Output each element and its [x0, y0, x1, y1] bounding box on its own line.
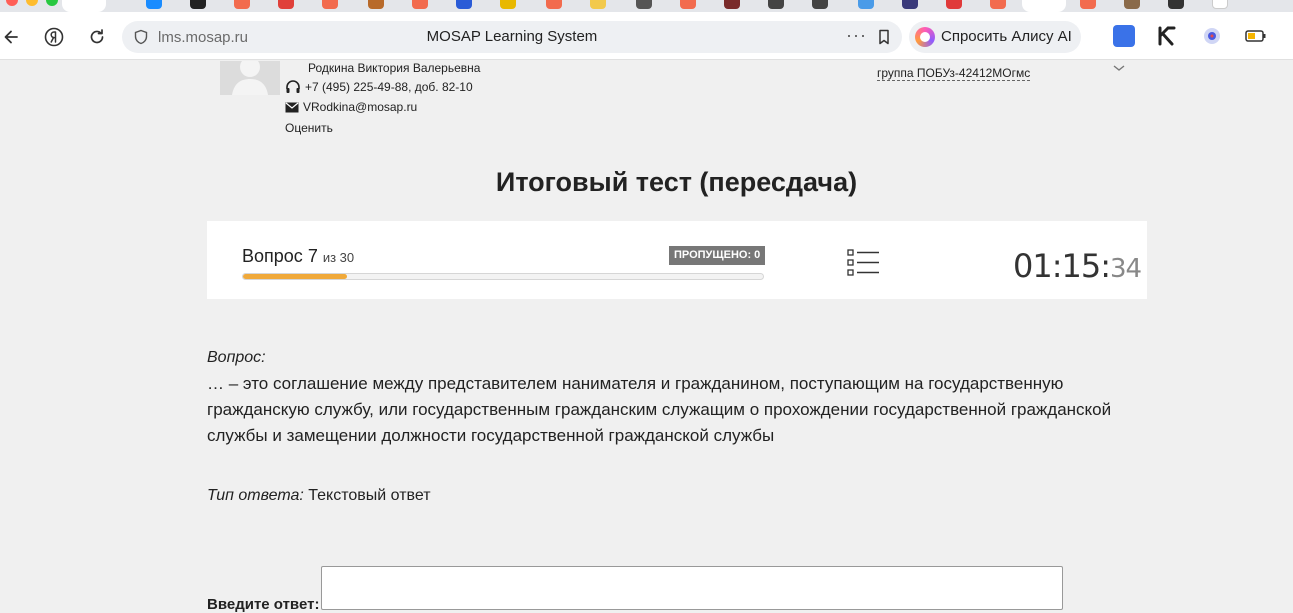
- k-logo-icon: [1158, 26, 1176, 46]
- extension-badge-icon[interactable]: [1201, 25, 1223, 47]
- tab-favicon[interactable]: [990, 0, 1006, 9]
- rate-teacher-link[interactable]: Оценить: [285, 121, 333, 135]
- question-total: из 30: [322, 250, 355, 265]
- tab-favicon[interactable]: [590, 0, 606, 9]
- back-button[interactable]: [0, 26, 22, 48]
- alice-icon: [915, 27, 935, 47]
- question-current: 7: [307, 246, 318, 266]
- answer-type: Тип ответа: Текстовый ответ: [207, 487, 431, 505]
- tab-favicon[interactable]: [278, 0, 294, 9]
- answer-prompt: Введите ответ:: [207, 596, 320, 613]
- close-window-button[interactable]: [6, 0, 18, 6]
- tab-current[interactable]: [1022, 0, 1066, 12]
- tab-favicon[interactable]: [546, 0, 562, 9]
- tab-favicon[interactable]: [190, 0, 206, 9]
- tab-favicon[interactable]: [368, 0, 384, 9]
- question-status-panel: Вопрос 7 из 30 ПРОПУЩЕНО: 0 01:15:34: [207, 221, 1147, 299]
- ask-alice-label: Спросить Алису AI: [941, 28, 1072, 45]
- tab-favicon[interactable]: [636, 0, 652, 9]
- tab-favicon[interactable]: [412, 0, 428, 9]
- tab-favicon[interactable]: [146, 0, 162, 9]
- countdown-timer: 01:15:34: [1013, 247, 1142, 285]
- tab-favicon[interactable]: [456, 0, 472, 9]
- skipped-badge[interactable]: ПРОПУЩЕНО: 0: [669, 246, 766, 265]
- headset-icon: [286, 80, 300, 93]
- bookmark-icon[interactable]: [876, 29, 892, 45]
- battery-icon: [1245, 30, 1266, 42]
- browser-tab-strip: [0, 0, 1293, 12]
- tab-favicon[interactable]: [812, 0, 828, 9]
- answer-textarea[interactable]: [321, 566, 1063, 610]
- minimize-window-button[interactable]: [26, 0, 38, 6]
- tab-favicon[interactable]: [768, 0, 784, 9]
- teacher-phone: +7 (495) 225-49-88, доб. 82-10: [305, 80, 473, 94]
- window-controls: [6, 0, 58, 6]
- question-word: Вопрос: [242, 246, 303, 266]
- tab-favicon[interactable]: [858, 0, 874, 9]
- tab-favicon[interactable]: [902, 0, 918, 9]
- yandex-home-button[interactable]: [43, 26, 65, 48]
- tab-favicon[interactable]: [234, 0, 250, 9]
- group-selector[interactable]: группа ПОБУз-42412МОгмс: [877, 66, 1031, 81]
- teacher-name: Родкина Виктория Валерьевна: [308, 61, 481, 75]
- reload-icon: [90, 29, 104, 44]
- zoom-window-button[interactable]: [46, 0, 58, 6]
- timer-main: 01:15:: [1013, 247, 1111, 285]
- yandex-logo-icon: [44, 27, 64, 47]
- tab-favicon[interactable]: [500, 0, 516, 9]
- badge-icon: [1204, 28, 1220, 44]
- tab-favicon[interactable]: [680, 0, 696, 9]
- tab-favicon[interactable]: [724, 0, 740, 9]
- teacher-email[interactable]: VRodkina@mosap.ru: [303, 100, 417, 114]
- arrow-left-icon: [4, 30, 18, 44]
- answer-type-label: Тип ответа:: [207, 487, 304, 504]
- question-label: Вопрос:: [207, 349, 266, 366]
- battery-extension-icon[interactable]: [1244, 25, 1266, 47]
- question-text: … – это соглашение между представителем …: [207, 374, 1112, 445]
- ask-alice-button[interactable]: Спросить Алису AI: [909, 21, 1081, 53]
- teacher-phone-row: +7 (495) 225-49-88, доб. 82-10: [285, 80, 473, 94]
- address-bar[interactable]: lms.mosap.ru MOSAP Learning System ···: [122, 21, 902, 53]
- browser-toolbar: lms.mosap.ru MOSAP Learning System ··· С…: [0, 12, 1293, 60]
- teacher-avatar: [220, 61, 280, 95]
- tab-favicon[interactable]: [1080, 0, 1096, 9]
- tab-favicon[interactable]: [1168, 0, 1184, 9]
- test-progress-fill: [243, 274, 347, 279]
- envelope-icon: [285, 102, 299, 112]
- tab-first[interactable]: [62, 0, 106, 12]
- tab-favicon[interactable]: [946, 0, 962, 9]
- new-tab-button[interactable]: [1212, 0, 1228, 9]
- extension-k-icon[interactable]: [1156, 25, 1178, 47]
- answer-type-value: Текстовый ответ: [308, 487, 431, 504]
- extension-y-icon[interactable]: [1113, 25, 1135, 47]
- page-content: Родкина Виктория Валерьевна +7 (495) 225…: [0, 61, 1293, 613]
- chevron-down-icon[interactable]: [1112, 63, 1126, 73]
- reload-button[interactable]: [86, 26, 108, 48]
- person-silhouette-icon: [232, 61, 268, 95]
- timer-seconds: 34: [1110, 254, 1142, 284]
- test-progress-bar: [242, 273, 764, 280]
- more-menu-icon[interactable]: ···: [846, 25, 867, 46]
- test-title: Итоговый тест (пересдача): [495, 167, 858, 197]
- tab-favicon[interactable]: [322, 0, 338, 9]
- teacher-email-row: VRodkina@mosap.ru: [285, 100, 417, 114]
- question-counter: Вопрос 7 из 30: [242, 246, 354, 267]
- question-list-icon[interactable]: [847, 248, 881, 278]
- page-title: MOSAP Learning System: [426, 28, 598, 45]
- tab-favicon[interactable]: [1124, 0, 1140, 9]
